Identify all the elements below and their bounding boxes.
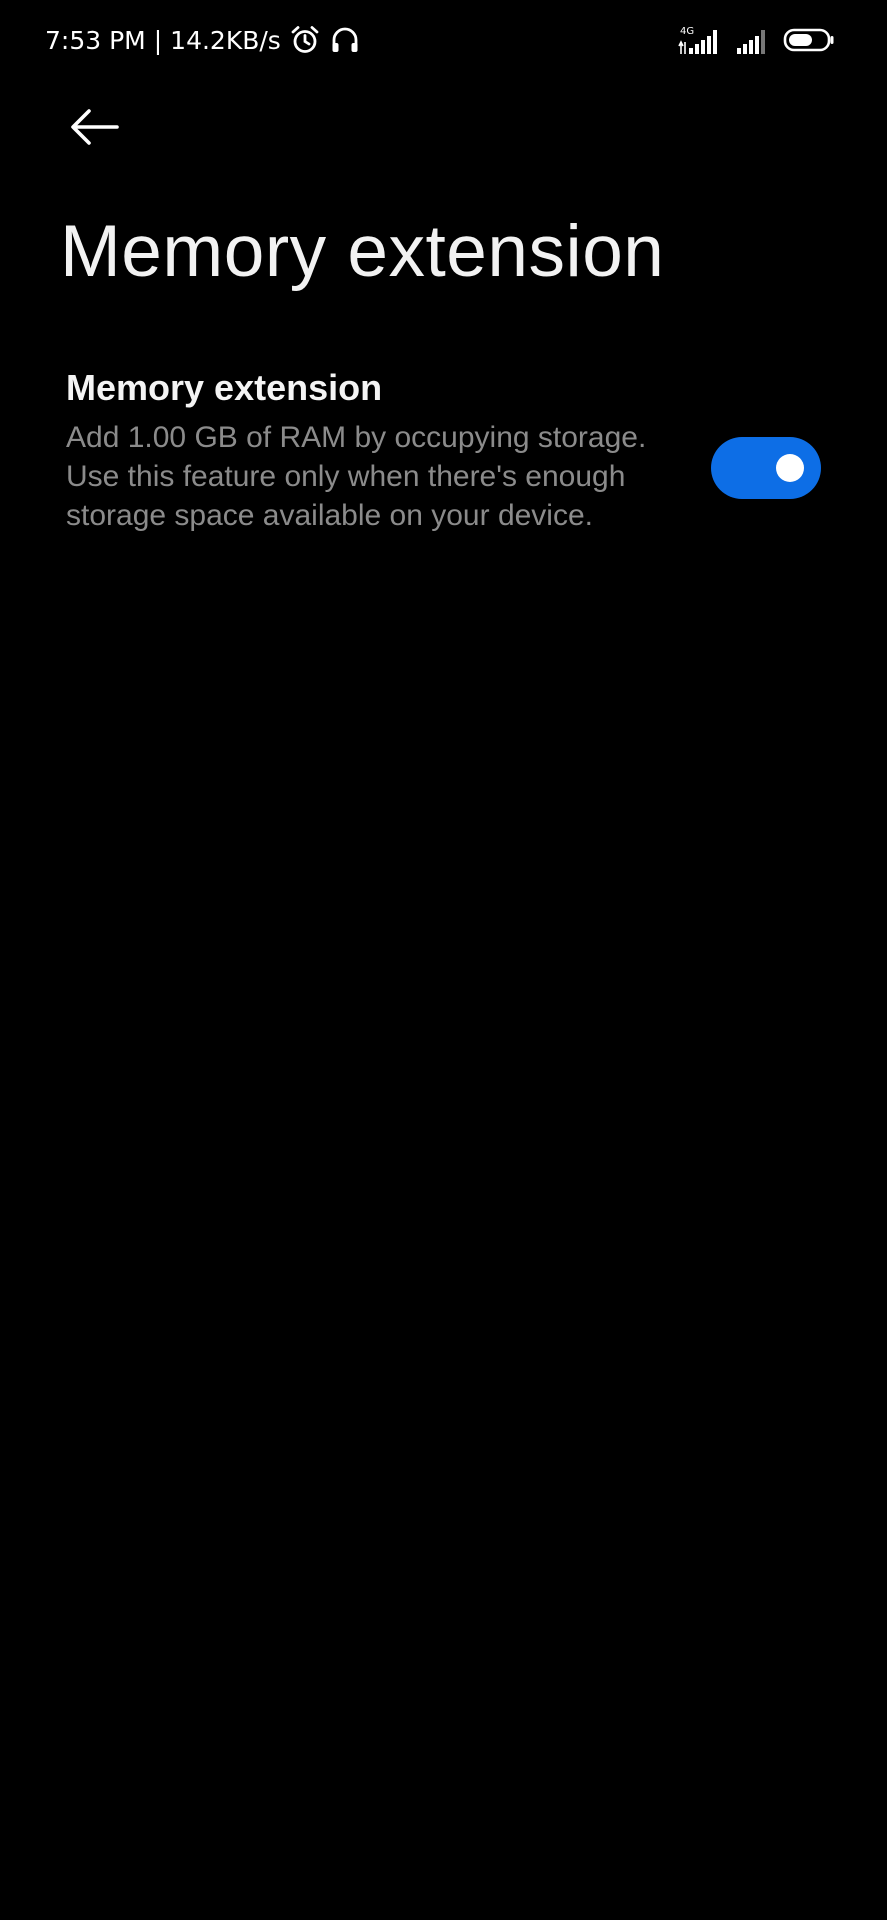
memory-extension-toggle[interactable] bbox=[711, 437, 821, 499]
setting-title: Memory extension bbox=[66, 367, 383, 408]
status-bar-right: 4G bbox=[677, 22, 835, 58]
status-network-speed: 14.2KB/s bbox=[170, 25, 281, 55]
headphones-icon bbox=[329, 24, 361, 56]
status-separator: | bbox=[153, 25, 163, 55]
status-bar: 7:53 PM | 14.2KB/s 4G bbox=[0, 0, 887, 80]
arrow-left-icon bbox=[69, 107, 121, 152]
back-button[interactable] bbox=[58, 98, 132, 160]
setting-memory-extension[interactable]: Memory extension Add 1.00 GB of RAM by o… bbox=[0, 360, 887, 580]
signal-icon bbox=[735, 24, 771, 56]
battery-icon bbox=[783, 24, 835, 56]
alarm-icon bbox=[289, 24, 321, 56]
signal-4g-icon: 4G bbox=[677, 24, 723, 56]
setting-text: Memory extension Add 1.00 GB of RAM by o… bbox=[66, 364, 696, 535]
page-title: Memory extension bbox=[60, 211, 665, 292]
setting-summary: Add 1.00 GB of RAM by occupying storage.… bbox=[66, 421, 647, 532]
network-type-label: 4G bbox=[680, 26, 694, 37]
status-time: 7:53 PM bbox=[45, 25, 146, 55]
toggle-knob bbox=[776, 454, 804, 482]
status-bar-left: 7:53 PM | 14.2KB/s bbox=[45, 20, 361, 60]
